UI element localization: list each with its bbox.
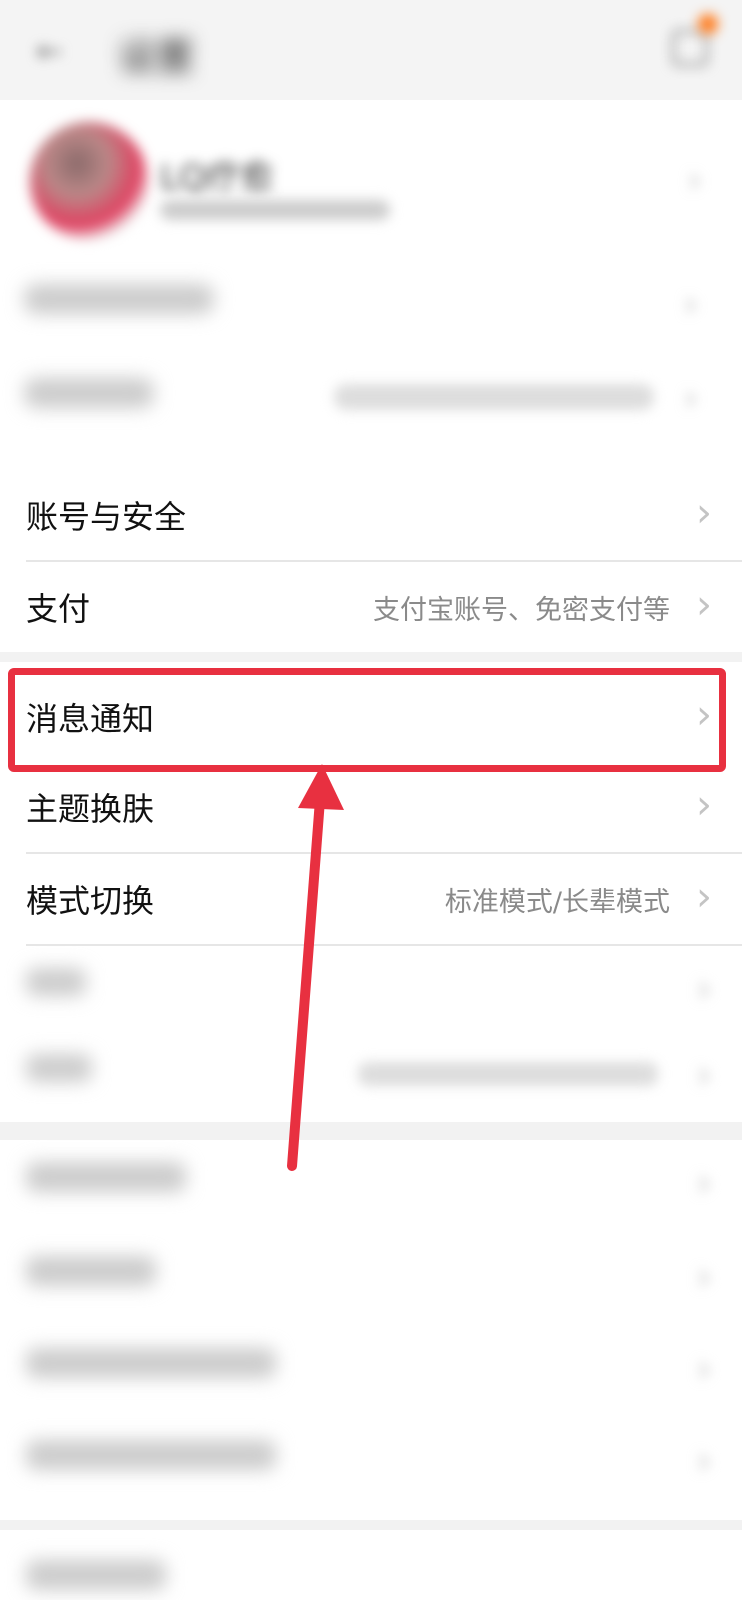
profile-section: LQ疗愈 › › › bbox=[0, 100, 742, 470]
blurred-row[interactable]: › bbox=[0, 1234, 742, 1326]
blurred-row[interactable]: › bbox=[24, 270, 714, 340]
chevron-right-icon: › bbox=[696, 1160, 712, 1206]
blurred-row[interactable]: › bbox=[0, 1140, 742, 1232]
chevron-right-icon: › bbox=[696, 1052, 712, 1098]
chevron-right-icon: › bbox=[696, 582, 712, 628]
blurred-label bbox=[24, 284, 214, 314]
blurred-row[interactable]: › bbox=[0, 1032, 742, 1124]
back-arrow-icon[interactable]: ← bbox=[36, 32, 66, 70]
row-mode-switch[interactable]: 模式切换 标准模式/长辈模式 › bbox=[0, 854, 742, 946]
blurred-label bbox=[26, 1054, 92, 1082]
blurred-label bbox=[26, 1560, 166, 1590]
bottom-section bbox=[0, 1530, 742, 1600]
blurred-value bbox=[358, 1062, 658, 1086]
row-label: 模式切换 bbox=[26, 882, 155, 920]
chevron-right-icon: › bbox=[696, 490, 712, 536]
profile-chevron-icon: › bbox=[687, 160, 702, 201]
blurred-row[interactable]: › bbox=[24, 364, 714, 434]
highlight-box bbox=[8, 668, 726, 772]
blurred-value bbox=[334, 384, 654, 410]
blurred-row[interactable]: › bbox=[0, 946, 742, 1038]
chevron-icon: › bbox=[683, 284, 698, 325]
chevron-icon: › bbox=[683, 378, 698, 419]
row-payment[interactable]: 支付 支付宝账号、免密支付等 › bbox=[0, 562, 742, 654]
settings-section-account: 账号与安全 › 支付 支付宝账号、免密支付等 › bbox=[0, 470, 742, 652]
settings-section-other: › › › › bbox=[0, 1140, 742, 1520]
notification-dot-icon bbox=[698, 14, 718, 34]
blurred-label bbox=[26, 1348, 276, 1378]
blurred-label bbox=[26, 968, 86, 996]
blurred-label bbox=[24, 378, 154, 408]
chevron-right-icon: › bbox=[696, 1254, 712, 1300]
avatar[interactable] bbox=[30, 122, 148, 240]
top-bar: ← 设置 bbox=[0, 0, 742, 100]
chevron-right-icon: › bbox=[696, 782, 712, 828]
chevron-right-icon: › bbox=[696, 966, 712, 1012]
row-value: 支付宝账号、免密支付等 bbox=[373, 595, 670, 626]
chevron-right-icon: › bbox=[696, 1438, 712, 1484]
chevron-right-icon: › bbox=[696, 874, 712, 920]
row-account-security[interactable]: 账号与安全 › bbox=[0, 470, 742, 562]
blurred-label bbox=[26, 1440, 276, 1470]
profile-nickname: LQ疗愈 bbox=[160, 158, 274, 198]
row-label: 主题换肤 bbox=[26, 790, 155, 828]
blurred-label bbox=[26, 1256, 156, 1286]
blurred-row[interactable]: › bbox=[0, 1418, 742, 1510]
blurred-row[interactable]: › bbox=[0, 1326, 742, 1418]
row-label: 账号与安全 bbox=[26, 498, 187, 536]
profile-subtitle bbox=[160, 200, 390, 220]
page-title: 设置 bbox=[118, 35, 195, 79]
chevron-right-icon: › bbox=[696, 1346, 712, 1392]
row-theme-skin[interactable]: 主题换肤 › bbox=[0, 762, 742, 854]
message-icon[interactable] bbox=[672, 30, 708, 66]
blurred-label bbox=[26, 1162, 186, 1192]
row-label: 支付 bbox=[26, 590, 91, 628]
row-value: 标准模式/长辈模式 bbox=[444, 887, 670, 918]
